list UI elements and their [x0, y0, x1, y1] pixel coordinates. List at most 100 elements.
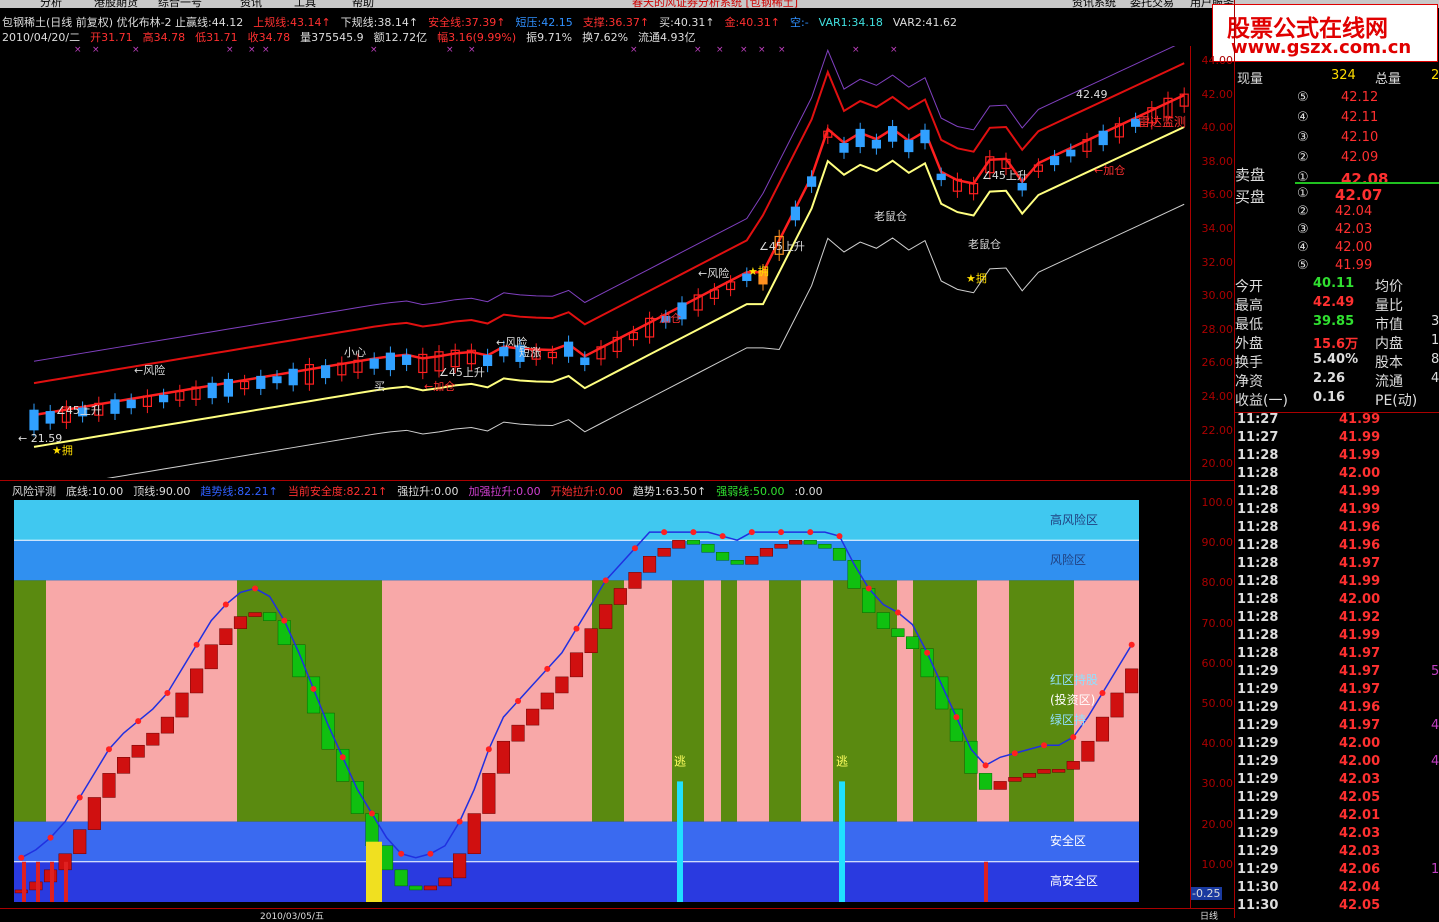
candle	[483, 354, 493, 367]
middle-band-line	[33, 93, 1185, 417]
price-axis-tick: 44.00	[1201, 54, 1234, 67]
trend-dot	[778, 529, 785, 536]
signal-column	[50, 861, 54, 902]
ask-level-index: ④	[1297, 110, 1309, 125]
tick-price: 41.97	[1339, 556, 1381, 571]
risk-bar-down	[832, 547, 847, 561]
trend-dot	[924, 649, 931, 656]
tick-price: 42.03	[1339, 772, 1381, 787]
rise45-label: ∠45上升	[56, 404, 102, 417]
risk-bar-up	[1066, 761, 1080, 770]
risk-indicator-6: 加强拉升:0.00	[468, 485, 541, 498]
stat-value-2: 8	[1431, 352, 1439, 367]
stat-row: 换手 5.40% 股本 8	[1235, 352, 1439, 371]
header-indicator-6: 买:40.31↑	[659, 16, 715, 29]
risk-indicator-8: 趋势1:63.50↑	[632, 485, 707, 498]
menu-item-futures[interactable]: 港股期货	[94, 0, 138, 8]
tick-time: 11:28	[1237, 520, 1279, 535]
yong-label: ★拥	[52, 443, 73, 457]
header-quote-9: 换7.62%	[582, 31, 629, 44]
menu-item-help[interactable]: 帮助	[352, 0, 374, 8]
tick-price: 41.97	[1339, 664, 1381, 679]
candle	[159, 394, 169, 403]
tick-price: 41.99	[1339, 628, 1381, 643]
candle	[580, 357, 590, 366]
risk-bar-up	[73, 829, 87, 855]
header-indicator-4: 短压:42.15	[515, 16, 573, 29]
period-label: 日线	[1200, 912, 1219, 922]
price-chart[interactable]: × × × × × × × × × × × × × × × × ×42.49← 21.59雷达监测∠45上升∠4…	[14, 46, 1190, 478]
risk-chart[interactable]: 逃 逃 高风险区风险区红区持股 (投资区) 绿区持安全区高安全区	[14, 500, 1190, 902]
tick-row: 11:28 41.99	[1235, 574, 1439, 592]
risk-bar-up	[160, 716, 174, 734]
menu-item-tools[interactable]: 工具	[294, 0, 316, 8]
candle	[126, 399, 136, 409]
bid-level-index: ②	[1297, 204, 1309, 219]
ask-row: ③ 42.10	[1235, 130, 1439, 148]
risk-bar-up	[175, 692, 189, 718]
header-indicator-0: 包钢稀土(日线 前复权) 优化布林-2 止赢线:44.12	[2, 16, 244, 29]
bid-price: 41.99	[1335, 258, 1373, 273]
trend-dot	[76, 794, 83, 801]
bid-price: 42.04	[1335, 204, 1373, 219]
stat-value: 39.85	[1313, 314, 1355, 329]
candle	[839, 143, 849, 153]
trend-dot	[105, 746, 112, 753]
risk-axis-bottom-value: -0.25	[1190, 887, 1223, 900]
tick-price: 41.97	[1339, 718, 1381, 733]
news-system-button[interactable]: 资讯系统	[1072, 0, 1116, 8]
risk-warning-label: ←风险	[698, 266, 729, 280]
resistance-line	[33, 46, 1176, 362]
tick-time: 11:28	[1237, 556, 1279, 571]
high-safe-zone-label: 高安全区	[1050, 873, 1098, 888]
upper-band-line	[33, 62, 1185, 385]
header-quote-1: 开31.71	[90, 31, 133, 44]
quote-panel: 现量 324 总量 2 ⑤ 42.12 ④ 42.11 ③ 42.10 ② 42.09 ① 42.08 卖盘…	[1235, 46, 1439, 918]
menu-item-news[interactable]: 资讯	[240, 0, 262, 8]
trend-dot	[1070, 734, 1077, 741]
price-axis-tick: 42.00	[1201, 87, 1234, 101]
trend-dot	[1128, 641, 1135, 648]
stat-label-2: 量比	[1375, 298, 1403, 314]
risk-bar-up	[1037, 769, 1051, 774]
risk-bar-up	[1110, 692, 1124, 718]
risk-bar-up	[672, 539, 686, 549]
tick-time: 11:28	[1237, 448, 1279, 463]
tick-price: 41.96	[1339, 520, 1381, 535]
candle	[110, 399, 120, 414]
menu-item-composite[interactable]: 综合一号	[158, 0, 202, 8]
risk-bar-up	[584, 628, 598, 654]
tick-row: 11:28 42.00	[1235, 592, 1439, 610]
stat-value: 42.49	[1313, 295, 1355, 310]
risk-bar-down	[277, 620, 291, 645]
candle	[385, 352, 395, 371]
trade-button[interactable]: 委托交易	[1130, 0, 1174, 8]
signal-marker: ×	[630, 46, 638, 55]
menu-item-analysis[interactable]: 分析	[40, 0, 62, 8]
indicator-header-line1: 包钢稀土(日线 前复权) 优化布林-2 止赢线:44.12 上规线:43.14↑ 下…	[2, 14, 967, 30]
risk-axis-tick: 90.00	[1201, 536, 1234, 550]
risk-axis: 100.0 90.00 80.00 70.00 60.00 50.00 40.00 30.00…	[1190, 496, 1235, 902]
risk-axis-tick: 50.00	[1201, 697, 1234, 710]
risk-bar-up	[642, 556, 657, 573]
tick-row: 11:28 41.96	[1235, 520, 1439, 538]
risk-bar-down	[701, 543, 715, 553]
candle	[288, 368, 298, 386]
tick-row: 11:28 41.96	[1235, 538, 1439, 556]
candle	[207, 382, 217, 399]
signal-marker: ×	[92, 46, 100, 55]
ask-level-index: ②	[1297, 150, 1309, 165]
risk-axis-tick: 20.00	[1201, 817, 1234, 831]
tick-time: 11:29	[1237, 844, 1279, 859]
high-risk-zone-label: 高风险区	[1050, 512, 1098, 527]
tick-price: 41.99	[1339, 502, 1381, 517]
add-position-label: ←加仓	[650, 311, 681, 325]
laoshu-label: 老鼠仓	[968, 237, 1001, 251]
tick-price: 41.97	[1339, 646, 1381, 661]
trend-dot	[719, 533, 726, 540]
risk-bar-down	[979, 773, 993, 790]
yong-label: ★拥	[748, 264, 769, 278]
risk-bar-up	[1008, 777, 1022, 782]
candle	[871, 139, 882, 149]
candle	[904, 139, 914, 153]
